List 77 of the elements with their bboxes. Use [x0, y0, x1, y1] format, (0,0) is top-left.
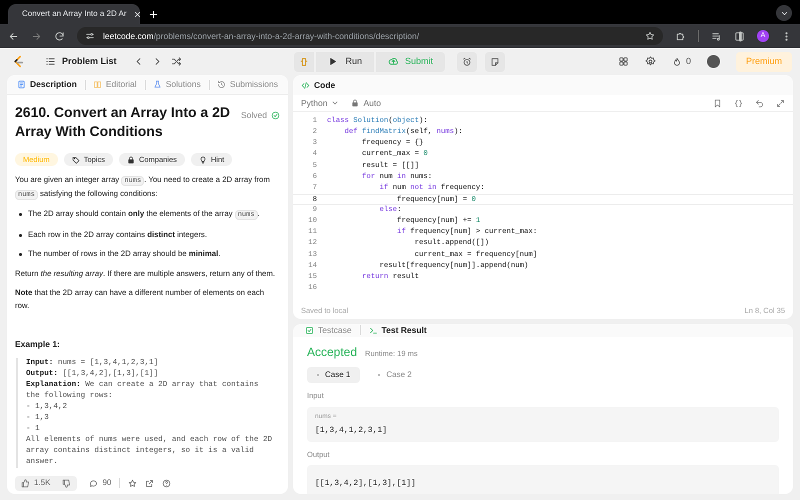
example-title: Example 1: — [15, 338, 61, 351]
solved-status: Solved — [241, 109, 280, 122]
tab-icon — [152, 80, 162, 89]
flame-icon — [672, 56, 682, 66]
tag-icon — [72, 156, 80, 164]
tab-icon — [368, 326, 378, 335]
tab-search-button[interactable] — [776, 5, 792, 21]
tab-title: Convert an Array Into a 2D Ar — [22, 8, 126, 20]
star-icon — [128, 478, 138, 488]
comments-button[interactable]: 90 — [89, 477, 112, 489]
thumbs-up-icon — [21, 478, 30, 488]
sidebar-icon — [734, 30, 745, 42]
list-icon — [45, 56, 56, 67]
lock-icon — [126, 156, 135, 164]
site-info-icon — [85, 31, 95, 41]
reload-icon — [54, 30, 65, 42]
mode-label[interactable]: Auto — [351, 96, 381, 110]
settings-icon — [644, 56, 656, 67]
notes-button[interactable] — [485, 52, 506, 72]
extensions-icon — [675, 30, 686, 42]
like-button[interactable]: 1.5K — [15, 476, 56, 490]
panel-tab[interactable]: Editorial — [88, 78, 141, 91]
address-field[interactable]: leetcode.com/problems/convert-an-array-into-a-2d-array-with-conditions/description/ — [77, 27, 663, 45]
tab-icon — [216, 80, 226, 89]
tab-icon — [305, 326, 314, 335]
panel-tab[interactable]: Testcase — [301, 324, 356, 337]
close-icon — [132, 10, 142, 18]
output-value: [[1,3,4,2],[1,3],[1]] — [315, 479, 416, 488]
user-avatar[interactable] — [707, 55, 720, 68]
logo-icon[interactable] — [12, 54, 25, 69]
note-icon — [490, 56, 500, 66]
dislike-button[interactable] — [56, 476, 78, 490]
grid-icon — [618, 56, 629, 67]
url-text: leetcode.com/problems/convert-an-array-into-a-2d-array-with-conditions/description/ — [103, 30, 420, 42]
code-icon — [301, 80, 310, 90]
share-icon — [145, 478, 154, 488]
upload-icon — [388, 56, 399, 67]
input-value: [1,3,4,1,2,3,1] — [315, 424, 388, 437]
case-tab[interactable]: Case 2 — [368, 366, 422, 383]
lightbulb-icon — [198, 156, 207, 164]
run-button[interactable]: Run — [316, 52, 374, 72]
tab-icon — [17, 80, 26, 89]
play-icon — [328, 57, 338, 66]
timer-button[interactable] — [457, 52, 478, 72]
media-icon — [711, 30, 722, 42]
alarm-clock-icon — [462, 56, 472, 66]
panel-tab[interactable]: Test Result — [364, 324, 431, 337]
help-icon — [162, 478, 172, 488]
bookmark-icon — [713, 98, 722, 108]
caret-icon — [331, 99, 340, 107]
problem-list-button[interactable]: Problem List — [45, 54, 117, 68]
streak-counter[interactable]: 0 — [672, 54, 691, 68]
language-select[interactable]: Python — [301, 96, 340, 110]
bullet-icon — [19, 234, 22, 236]
panel-tab[interactable]: Description — [13, 78, 81, 91]
reset-icon — [755, 98, 764, 108]
thumbs-down-icon — [62, 478, 72, 488]
forward-icon — [31, 30, 42, 42]
panel-tab[interactable]: Submissions — [212, 78, 282, 91]
browser-tab[interactable]: Convert an Array Into a 2D Ar — [8, 4, 140, 24]
bookmark-star-icon — [645, 31, 655, 41]
bullet-icon — [19, 213, 22, 216]
lock-icon — [351, 99, 360, 107]
shuffle-icon — [170, 56, 182, 67]
problem-title: 2610. Convert an Array Into a 2D Array With Conditions — [15, 103, 232, 141]
back-icon — [8, 30, 19, 42]
panel-tab[interactable]: Solutions — [148, 78, 205, 91]
bullet-icon — [19, 253, 22, 256]
braces-icon — [734, 98, 743, 108]
check-circle-icon — [271, 110, 280, 120]
expand-icon — [776, 98, 785, 108]
panel-title: Code — [314, 78, 336, 92]
comment-icon — [89, 478, 98, 488]
tab-icon — [92, 80, 102, 89]
new-tab-icon — [148, 9, 159, 20]
verdict: Accepted — [307, 344, 358, 361]
case-tab[interactable]: Case 1 — [307, 366, 360, 383]
